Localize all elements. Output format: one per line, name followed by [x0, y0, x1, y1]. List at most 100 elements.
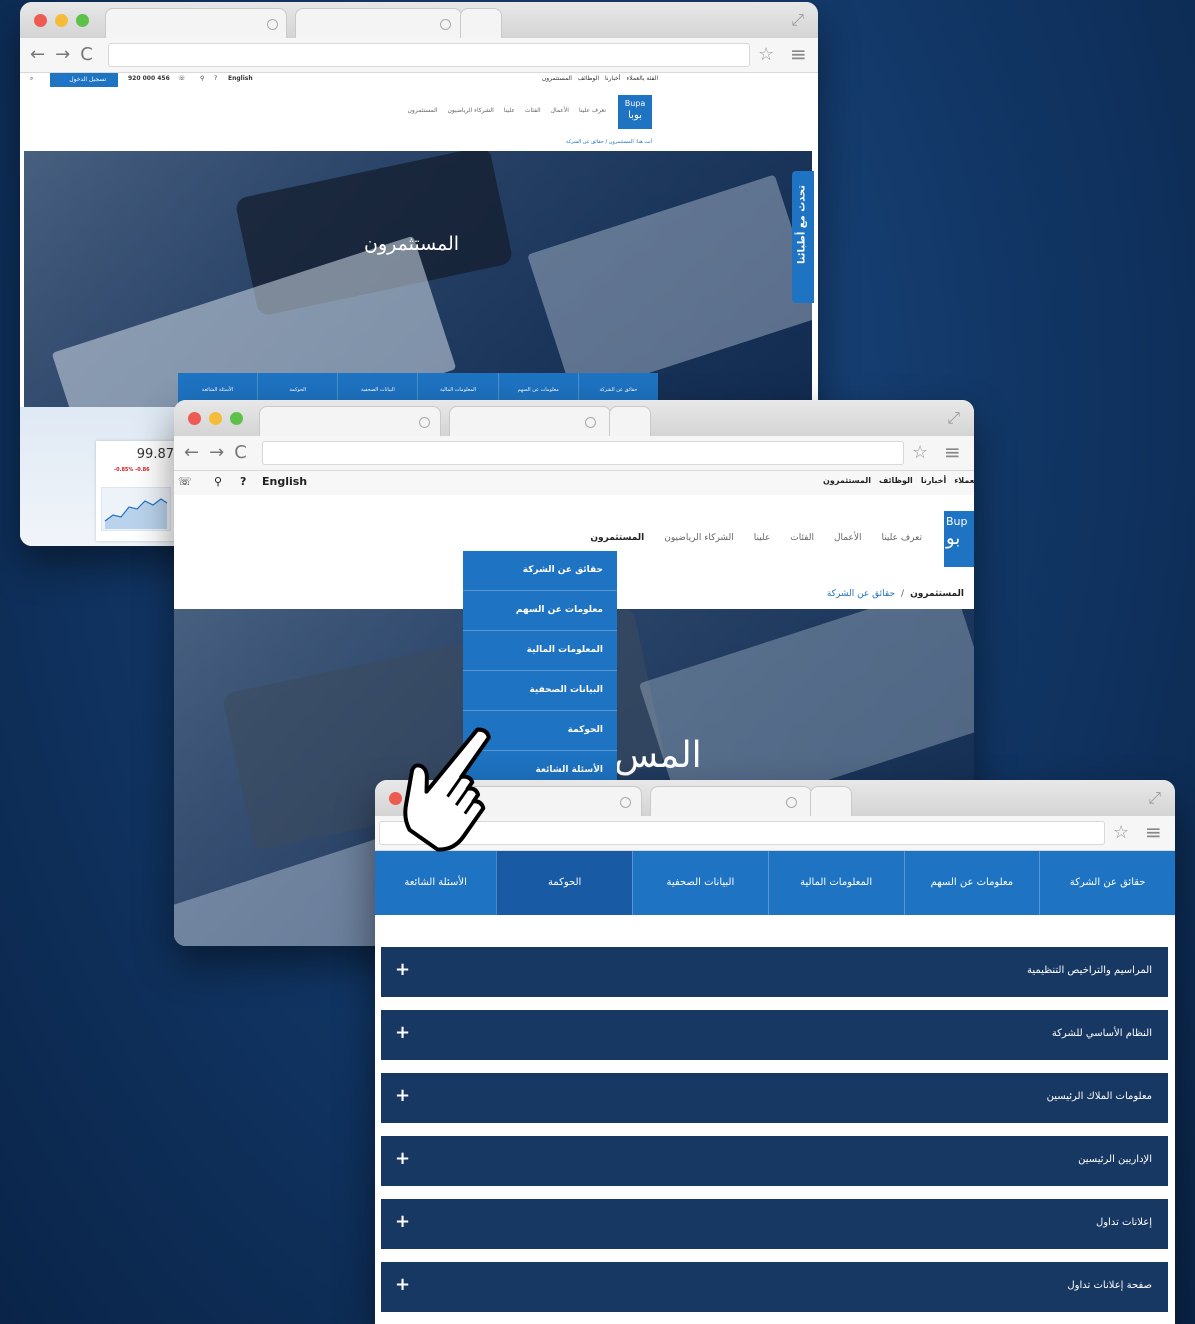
language-link[interactable]: English: [262, 475, 307, 488]
location-icon[interactable]: ⚲: [200, 75, 204, 82]
nav-item[interactable]: الشركاء الرياضيون: [664, 533, 733, 543]
browser-tab[interactable]: [449, 406, 611, 437]
search-icon[interactable]: ⌕: [30, 75, 33, 83]
menu-icon[interactable]: ≡: [790, 42, 807, 66]
breadcrumb-separator: /: [901, 589, 905, 599]
plus-icon[interactable]: +: [395, 1274, 410, 1295]
nav-item[interactable]: الفئات: [790, 533, 814, 543]
browser-tab[interactable]: [650, 786, 812, 817]
browser-tab[interactable]: [259, 406, 441, 437]
new-tab-button[interactable]: [460, 8, 502, 39]
hero-banner: المستثمرون حقائق عن الشركة معلومات عن ال…: [24, 151, 812, 407]
language-link[interactable]: English: [228, 75, 253, 82]
accordion-item[interactable]: + المراسيم والتراخيص التنظيمية: [381, 947, 1168, 997]
nav-item[interactable]: الشركاء الرياضيون: [448, 107, 494, 114]
nav-item[interactable]: الأعمال: [551, 107, 569, 114]
bookmark-star-icon[interactable]: ☆: [758, 44, 774, 65]
maximize-window-button[interactable]: [230, 412, 243, 425]
forward-icon[interactable]: →: [55, 44, 70, 65]
top-link[interactable]: أخبارنا: [605, 75, 620, 82]
reload-icon[interactable]: C: [80, 44, 93, 65]
top-links: العملاء أخبارنا الوظائف المستثمرون: [823, 476, 974, 485]
new-tab-button[interactable]: [810, 786, 852, 817]
login-button[interactable]: 👤تسجيل الدخول: [50, 73, 118, 87]
top-link[interactable]: المستثمرون: [542, 75, 572, 82]
tab-close-icon[interactable]: [585, 417, 596, 428]
nav-item[interactable]: تعرف علينا: [579, 107, 606, 114]
bookmark-star-icon[interactable]: ☆: [912, 442, 928, 463]
top-link[interactable]: الوظائف: [578, 75, 599, 82]
top-link[interactable]: أخبارنا: [921, 476, 946, 485]
nav-item[interactable]: علينا: [754, 533, 771, 543]
tab-press-releases[interactable]: البيانات الصحفية: [632, 851, 768, 915]
minimize-window-button[interactable]: [209, 412, 222, 425]
help-link[interactable]: ?: [214, 75, 217, 82]
url-input[interactable]: [262, 441, 904, 465]
bupa-logo[interactable]: Bupa بوبا: [618, 95, 652, 129]
location-icon[interactable]: ⚲: [214, 475, 222, 488]
tab-company-facts[interactable]: حقائق عن الشركة: [1039, 851, 1175, 915]
nav-item[interactable]: المستثمرون: [407, 107, 437, 114]
fullscreen-icon[interactable]: ⤢: [947, 408, 960, 428]
fullscreen-icon[interactable]: ⤢: [791, 10, 804, 30]
plus-icon[interactable]: +: [395, 1085, 410, 1106]
forward-icon[interactable]: →: [209, 442, 224, 463]
nav-item[interactable]: الأعمال: [834, 533, 862, 543]
chat-tab-label: تحدث مع أطبائنا: [796, 184, 808, 265]
plus-icon[interactable]: +: [395, 1148, 410, 1169]
maximize-window-button[interactable]: [76, 14, 89, 27]
tab-close-icon[interactable]: [440, 19, 451, 30]
accordion-item[interactable]: + صفحة إعلانات تداول: [381, 1262, 1168, 1312]
breadcrumb: أنت هنا: المستثمرون / حقائق عن الشركة: [566, 139, 652, 145]
tab-financial-info[interactable]: المعلومات المالية: [767, 851, 904, 915]
dropdown-item[interactable]: حقائق عن الشركة: [463, 551, 617, 591]
plus-icon[interactable]: +: [395, 1211, 410, 1232]
tab-share-info[interactable]: معلومات عن السهم: [903, 851, 1040, 915]
accordion-item[interactable]: + النظام الأساسي للشركة: [381, 1010, 1168, 1060]
plus-icon[interactable]: +: [395, 1022, 410, 1043]
accordion-item[interactable]: + معلومات الملاك الرئيسين: [381, 1073, 1168, 1123]
back-icon[interactable]: ←: [30, 44, 45, 65]
top-link[interactable]: الوظائف: [879, 476, 913, 485]
menu-icon[interactable]: ≡: [944, 440, 961, 464]
nav-item-investors[interactable]: المستثمرون: [590, 533, 644, 543]
top-link[interactable]: العملاء: [954, 476, 974, 485]
back-icon[interactable]: ←: [184, 442, 199, 463]
bookmark-star-icon[interactable]: ☆: [1113, 822, 1129, 843]
tab-close-icon[interactable]: [786, 797, 797, 808]
nav-item[interactable]: الفئات: [525, 107, 541, 114]
browser-tab[interactable]: [295, 8, 462, 39]
top-link[interactable]: الفئة بالعملاء: [626, 75, 658, 82]
menu-icon[interactable]: ≡: [1145, 820, 1162, 844]
accordion-item[interactable]: + إعلانات تداول: [381, 1199, 1168, 1249]
tab-close-icon[interactable]: [267, 19, 278, 30]
tab-close-icon[interactable]: [620, 797, 631, 808]
browser-tab[interactable]: [105, 8, 287, 39]
bupa-logo[interactable]: Bup بو: [944, 511, 974, 567]
tab-close-icon[interactable]: [419, 417, 430, 428]
minimize-window-button[interactable]: [55, 14, 68, 27]
top-link[interactable]: المستثمرون: [823, 476, 871, 485]
phone-number[interactable]: 920 000 456: [128, 75, 170, 82]
dropdown-item[interactable]: معلومات عن السهم: [463, 591, 617, 631]
url-input[interactable]: [108, 43, 750, 67]
accordion-item[interactable]: + الإداريين الرئيسين: [381, 1136, 1168, 1186]
dropdown-item[interactable]: البيانات الصحفية: [463, 671, 617, 711]
chat-with-doctors-tab[interactable]: تحدث مع أطبائنا: [792, 171, 814, 303]
plus-icon[interactable]: +: [395, 959, 410, 980]
reload-icon[interactable]: C: [234, 442, 247, 463]
dropdown-item[interactable]: المعلومات المالية: [463, 631, 617, 671]
main-nav: تعرف علينا الأعمال الفئات علينا الشركاء …: [407, 107, 606, 114]
fullscreen-icon[interactable]: ⤢: [1148, 788, 1161, 808]
close-window-button[interactable]: [34, 14, 47, 27]
governance-accordion: + المراسيم والتراخيص التنظيمية + النظام …: [381, 947, 1168, 1312]
new-tab-button[interactable]: [609, 406, 651, 437]
close-window-button[interactable]: [188, 412, 201, 425]
nav-item[interactable]: علينا: [504, 107, 515, 114]
help-link[interactable]: ?: [240, 475, 246, 488]
window-titlebar: ⤢: [20, 2, 818, 39]
breadcrumb-root[interactable]: المستثمرون: [910, 589, 964, 599]
nav-item[interactable]: تعرف علينا: [881, 533, 922, 543]
phone-icon[interactable]: ☏: [178, 475, 192, 488]
stock-chart: [101, 487, 171, 531]
